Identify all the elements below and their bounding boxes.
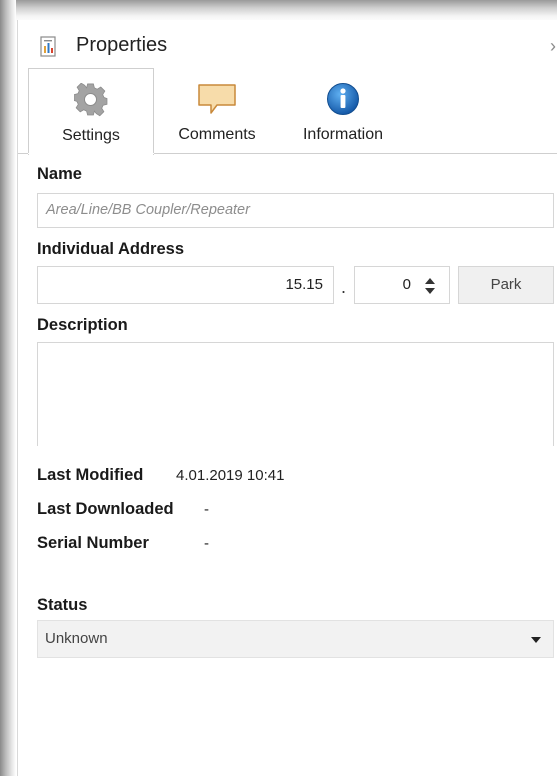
window-shadow-left	[0, 0, 16, 776]
chevron-down-icon	[531, 637, 541, 643]
address-main-input[interactable]: 15.15	[37, 266, 334, 304]
comment-icon	[197, 82, 237, 121]
tab-information[interactable]: Information	[282, 68, 404, 154]
name-label: Name	[37, 165, 82, 183]
last-downloaded-value: -	[204, 501, 209, 518]
active-tab-gap	[28, 153, 154, 154]
last-downloaded-label: Last Downloaded	[37, 500, 174, 518]
tab-settings-label: Settings	[62, 127, 120, 144]
last-modified-label: Last Modified	[37, 466, 144, 484]
description-textarea[interactable]	[37, 342, 554, 446]
address-sub-value: 0	[402, 276, 411, 293]
window-shadow-top	[0, 0, 557, 22]
panel-title: Properties	[76, 34, 168, 56]
address-sub-stepper[interactable]: 0	[354, 266, 450, 304]
status-label: Status	[37, 596, 88, 614]
last-modified-value: 4.01.2019 10:41	[176, 467, 285, 484]
status-value: Unknown	[45, 630, 108, 647]
description-label: Description	[37, 316, 128, 334]
gear-icon	[73, 82, 108, 122]
collapse-panel-icon[interactable]: ›	[550, 36, 556, 57]
status-dropdown[interactable]: Unknown	[37, 620, 554, 658]
tab-comments-label: Comments	[178, 126, 256, 143]
tab-settings[interactable]: Settings	[28, 68, 154, 155]
address-separator: .	[341, 277, 347, 297]
stepper-down-icon[interactable]	[425, 288, 435, 294]
name-input[interactable]: Area/Line/BB Coupler/Repeater	[37, 193, 554, 228]
serial-number-label: Serial Number	[37, 534, 149, 552]
properties-icon	[40, 36, 60, 58]
tab-information-label: Information	[302, 126, 384, 143]
properties-tabs: Settings Comments Information	[18, 68, 557, 155]
info-icon	[326, 82, 360, 121]
serial-number-value: -	[204, 535, 209, 552]
individual-address-label: Individual Address	[37, 240, 185, 258]
park-button[interactable]: Park	[458, 266, 554, 304]
stepper-up-icon[interactable]	[425, 278, 435, 284]
panel-title-bar: Properties ›	[18, 30, 557, 66]
properties-panel: Properties › Settings Comments Informati…	[17, 20, 557, 776]
tab-comments[interactable]: Comments	[158, 68, 276, 154]
